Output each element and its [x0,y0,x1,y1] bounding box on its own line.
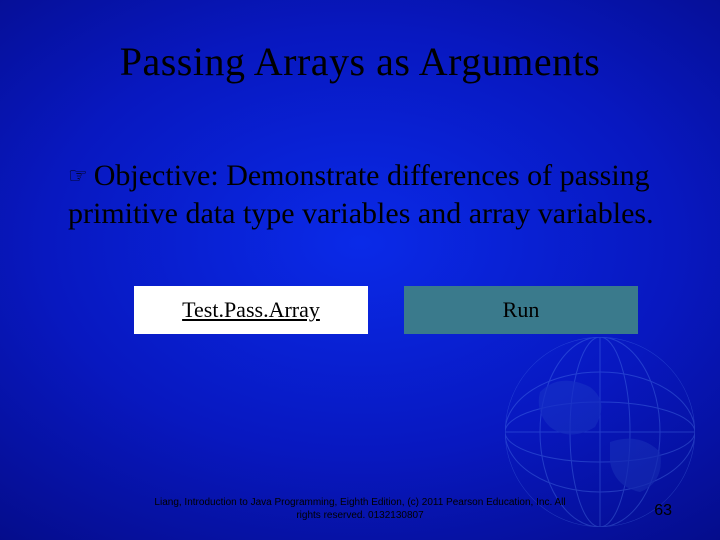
copyright-footer: Liang, Introduction to Java Programming,… [0,497,720,522]
footer-line-1: Liang, Introduction to Java Programming,… [154,497,565,508]
objective-bullet: ☞Objective: Demonstrate differences of p… [68,157,660,232]
button-row: Test.Pass.Array Run [68,286,660,334]
run-button[interactable]: Run [404,286,638,334]
slide-title: Passing Arrays as Arguments [0,0,720,85]
pointing-hand-icon: ☞ [68,162,88,190]
footer-line-2: rights reserved. 0132130807 [296,510,423,521]
page-number: 63 [654,502,672,520]
objective-label: Objective: [94,159,219,192]
slide-body: ☞Objective: Demonstrate differences of p… [0,85,720,334]
test-pass-array-link[interactable]: Test.Pass.Array [134,286,368,334]
